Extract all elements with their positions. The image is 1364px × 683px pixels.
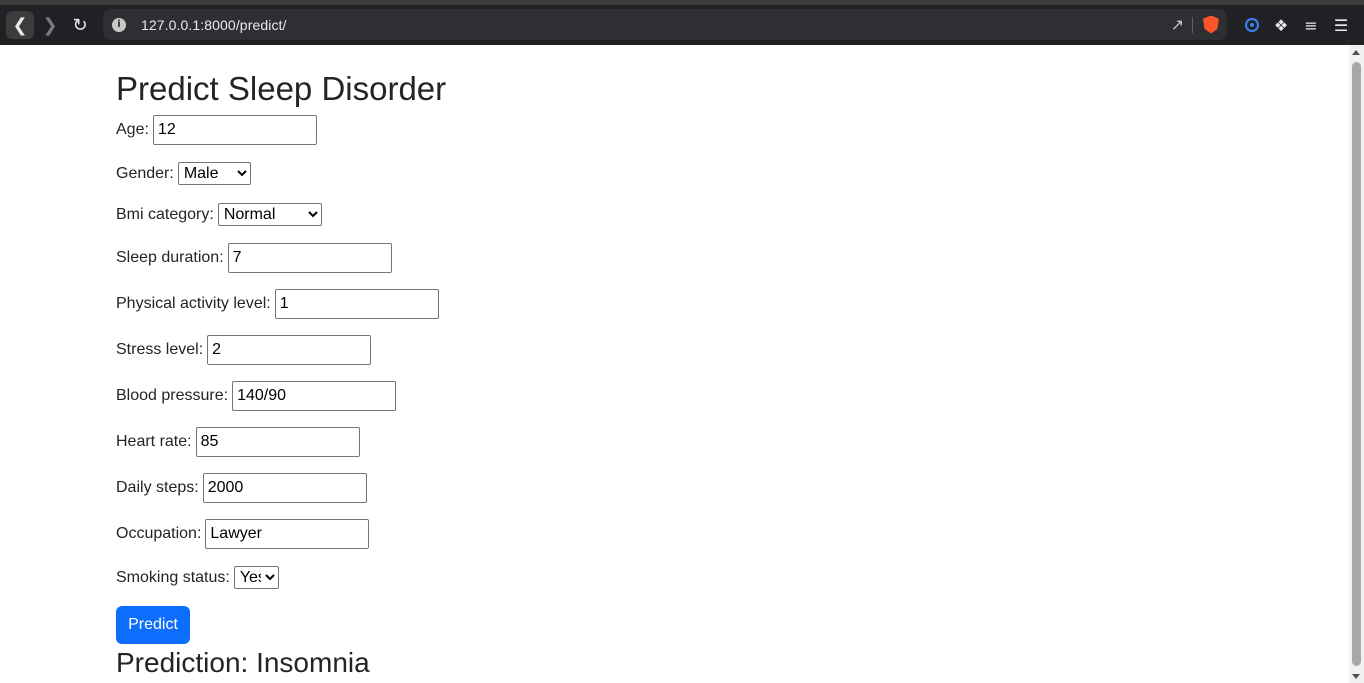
heart-rate-input[interactable] <box>195 427 360 457</box>
blood-pressure-input[interactable] <box>232 381 397 411</box>
sleep-duration-label: Sleep duration: <box>116 249 224 266</box>
scroll-up-icon[interactable] <box>1352 50 1360 55</box>
bmi-category-row: Bmi category: Normal <box>116 203 322 226</box>
physical-activity-row: Physical activity level: <box>116 289 439 319</box>
age-row: Age: <box>116 115 317 145</box>
occupation-label: Occupation: <box>116 525 202 542</box>
age-input[interactable] <box>152 115 317 145</box>
url-text[interactable]: 127.0.0.1:8000/predict/ <box>141 17 287 33</box>
blood-pressure-row: Blood pressure: <box>116 381 397 411</box>
gender-select[interactable]: Male <box>177 162 251 185</box>
extensions-icon[interactable]: ❖ <box>1271 15 1291 35</box>
occupation-row: Occupation: <box>116 519 370 549</box>
reload-icon[interactable]: ↻ <box>66 11 94 39</box>
predict-button[interactable]: Predict <box>116 606 190 644</box>
smoking-status-label: Smoking status: <box>116 568 230 586</box>
back-icon[interactable]: ❮ <box>6 11 34 39</box>
bmi-category-label: Bmi category: <box>116 205 214 223</box>
wallet-icon[interactable] <box>1242 15 1262 35</box>
browser-toolbar: ❮ ❯ ↻ i 127.0.0.1:8000/predict/ ↗ ❖ ≡ ☰ <box>0 0 1364 45</box>
physical-activity-label: Physical activity level: <box>116 295 271 312</box>
brave-shields-icon[interactable] <box>1203 15 1219 34</box>
stress-level-label: Stress level: <box>116 341 204 358</box>
forward-icon[interactable]: ❯ <box>36 11 64 39</box>
share-icon[interactable]: ↗ <box>1171 15 1184 34</box>
stress-level-row: Stress level: <box>116 335 372 365</box>
daily-steps-label: Daily steps: <box>116 479 199 496</box>
daily-steps-input[interactable] <box>202 473 367 503</box>
leo-ai-icon[interactable]: ≡ <box>1301 15 1321 35</box>
occupation-input[interactable] <box>205 519 370 549</box>
divider <box>1192 16 1193 33</box>
physical-activity-input[interactable] <box>274 289 439 319</box>
address-bar[interactable]: i 127.0.0.1:8000/predict/ ↗ <box>103 9 1227 40</box>
bmi-category-select[interactable]: Normal <box>217 203 322 226</box>
sleep-duration-row: Sleep duration: <box>116 243 392 273</box>
gender-label: Gender: <box>116 164 174 182</box>
age-label: Age: <box>116 121 149 138</box>
heart-rate-row: Heart rate: <box>116 427 360 457</box>
stress-level-input[interactable] <box>207 335 372 365</box>
heart-rate-label: Heart rate: <box>116 433 192 450</box>
daily-steps-row: Daily steps: <box>116 473 367 503</box>
smoking-status-row: Smoking status: Yes <box>116 566 279 589</box>
prediction-result: Prediction: Insomnia <box>116 647 370 678</box>
menu-icon[interactable]: ☰ <box>1331 15 1351 35</box>
vertical-scrollbar[interactable] <box>1349 45 1364 683</box>
site-info-icon[interactable]: i <box>112 17 126 32</box>
smoking-status-select[interactable]: Yes <box>233 566 279 589</box>
page-title: Predict Sleep Disorder <box>116 70 447 107</box>
scroll-down-icon[interactable] <box>1352 674 1360 679</box>
sleep-duration-input[interactable] <box>227 243 392 273</box>
blood-pressure-label: Blood pressure: <box>116 387 229 404</box>
gender-row: Gender: Male <box>116 162 251 185</box>
scroll-thumb[interactable] <box>1352 62 1361 666</box>
